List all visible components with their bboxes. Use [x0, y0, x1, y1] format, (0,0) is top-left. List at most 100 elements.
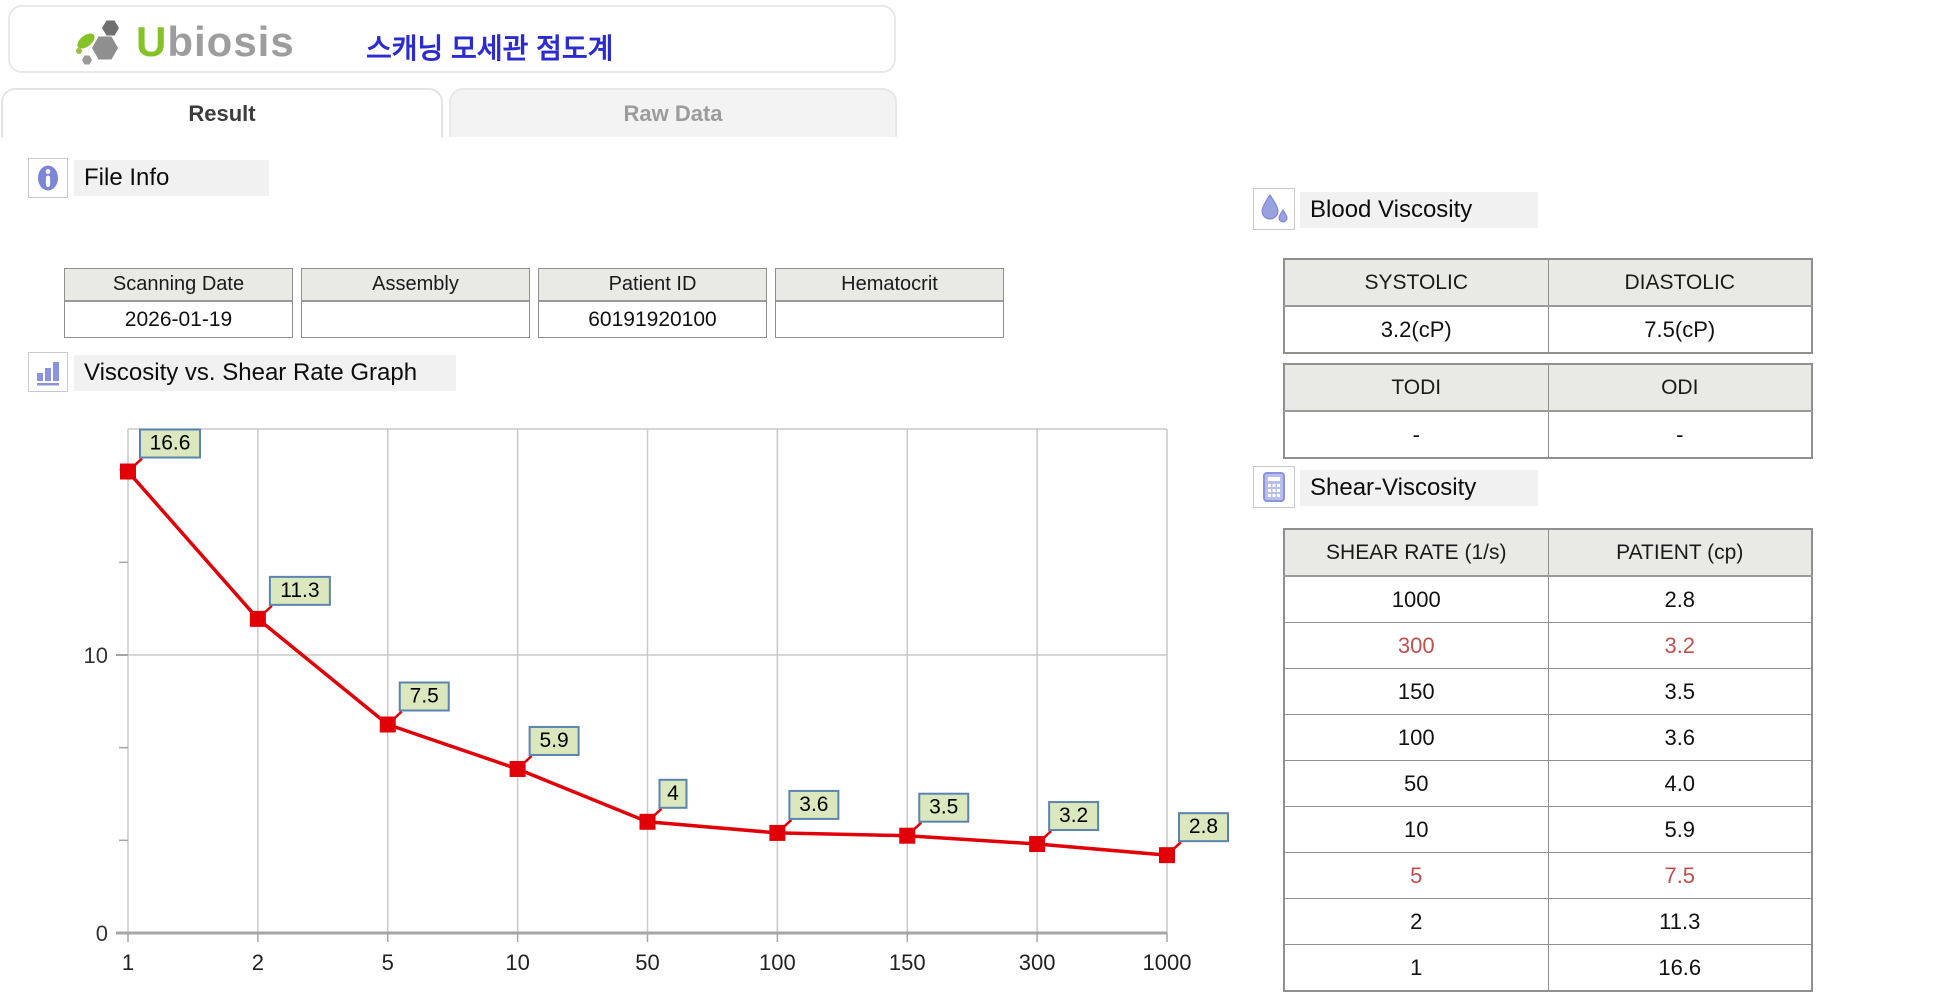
shear-rate-cell: 300 — [1283, 622, 1549, 669]
field-hematocrit-value — [776, 302, 1003, 337]
app-title-korean: 스캐닝 모세관 점도계 — [366, 33, 614, 64]
data-point-label: 4 — [667, 782, 679, 805]
x-tick-label: 5 — [382, 950, 394, 975]
diastolic-value: 7.5(cP) — [1547, 305, 1813, 354]
x-tick-label: 100 — [759, 950, 796, 975]
x-tick-label: 1 — [122, 950, 134, 975]
data-point-marker — [1159, 847, 1175, 864]
field-patient-id-label: Patient ID — [539, 269, 766, 302]
tab-raw-data[interactable]: Raw Data — [449, 88, 897, 137]
tab-result-label: Result — [188, 100, 256, 126]
data-point-marker — [639, 813, 656, 830]
shear-table-row: 1 16.6 — [1283, 944, 1813, 992]
patient-cell: 11.3 — [1547, 898, 1813, 945]
file-info-icon-box — [28, 158, 68, 198]
header-card: Ubiosis 스캐닝 모세관 점도계 — [8, 5, 896, 73]
info-icon — [38, 165, 58, 191]
field-hematocrit-label: Hematocrit — [776, 269, 1003, 302]
tab-raw-data-label: Raw Data — [623, 100, 723, 126]
data-point-label: 5.9 — [540, 729, 569, 752]
patient-cell: 7.5 — [1547, 852, 1813, 899]
patient-cell: 3.5 — [1547, 668, 1813, 715]
todi-value: - — [1283, 410, 1549, 459]
x-tick-label: 2 — [252, 950, 264, 975]
shear-table-row: 100 3.6 — [1283, 714, 1813, 761]
shear-rate-header: SHEAR RATE (1/s) — [1283, 528, 1549, 577]
data-point-marker — [379, 716, 396, 733]
app-root: Ubiosis 스캐닝 모세관 점도계 Result Raw Data File… — [0, 0, 1943, 995]
odi-value: - — [1547, 410, 1813, 459]
viscosity-chart: 0 10 1 2 5 10 50 100 150 300 1000 16.6 11.3 7.5 5.9 4 3.… — [84, 428, 1229, 975]
patient-cell: 4.0 — [1547, 760, 1813, 807]
shear-table-row: 5 7.5 — [1283, 852, 1813, 899]
field-patient-id: Patient ID 60191920100 — [538, 268, 767, 338]
patient-header: PATIENT (cp) — [1547, 528, 1813, 577]
patient-cell: 2.8 — [1547, 575, 1813, 623]
patient-cell: 3.6 — [1547, 714, 1813, 761]
field-assembly-value — [302, 302, 529, 337]
patient-cell: 5.9 — [1547, 806, 1813, 853]
shear-rate-cell: 150 — [1283, 668, 1549, 715]
shear-viscosity-icon-box — [1253, 466, 1295, 508]
field-patient-id-value: 60191920100 — [539, 302, 766, 337]
x-tick-label: 10 — [505, 950, 529, 975]
data-point-marker — [899, 827, 916, 844]
field-assembly-label: Assembly — [302, 269, 529, 302]
odi-header: ODI — [1547, 363, 1813, 412]
shear-rate-cell: 1 — [1283, 944, 1549, 992]
systolic-value: 3.2(cP) — [1283, 305, 1549, 354]
graph-icon-box — [28, 352, 68, 392]
shear-rate-cell: 50 — [1283, 760, 1549, 807]
x-tick-label: 50 — [635, 950, 659, 975]
shear-rate-cell: 1000 — [1283, 575, 1549, 623]
shear-table-row: 300 3.2 — [1283, 622, 1813, 669]
diastolic-header: DIASTOLIC — [1547, 258, 1813, 307]
ubiosis-logo: Ubiosis — [72, 15, 295, 69]
shear-rate-cell: 10 — [1283, 806, 1549, 853]
shear-rate-cell: 100 — [1283, 714, 1549, 761]
graph-title: Viscosity vs. Shear Rate Graph — [74, 355, 456, 391]
shear-rate-cell: 2 — [1283, 898, 1549, 945]
y-tick-label: 0 — [96, 921, 108, 946]
shear-table-row: 50 4.0 — [1283, 760, 1813, 807]
shear-table-row: 2 11.3 — [1283, 898, 1813, 945]
data-point-label: 2.8 — [1189, 815, 1218, 838]
data-point-label: 16.6 — [150, 432, 191, 455]
data-point-label: 11.3 — [280, 579, 319, 602]
shear-viscosity-table: SHEAR RATE (1/s) PATIENT (cp) 1000 2.8 300… — [1283, 528, 1813, 992]
calculator-icon — [1263, 472, 1285, 502]
todi-header: TODI — [1283, 363, 1549, 412]
systolic-header: SYSTOLIC — [1283, 258, 1549, 307]
index-table: TODI ODI - - — [1283, 363, 1813, 459]
x-tick-label: 1000 — [1143, 950, 1192, 975]
data-point-marker — [249, 610, 266, 627]
field-scanning-date-label: Scanning Date — [65, 269, 292, 302]
shear-table-row: 10 5.9 — [1283, 806, 1813, 853]
data-point-label: 3.5 — [929, 796, 958, 819]
data-point-marker — [1029, 836, 1046, 853]
data-point-marker — [769, 824, 786, 841]
y-tick-label: 10 — [84, 643, 108, 668]
x-tick-label: 150 — [889, 950, 926, 975]
shear-rate-cell: 5 — [1283, 852, 1549, 899]
data-point-label: 3.2 — [1059, 804, 1088, 827]
shear-table-row: 150 3.5 — [1283, 668, 1813, 715]
field-assembly: Assembly — [301, 268, 530, 338]
shear-table-row: 1000 2.8 — [1283, 575, 1813, 623]
patient-cell: 3.2 — [1547, 622, 1813, 669]
data-point-marker — [120, 463, 136, 480]
field-scanning-date: Scanning Date 2026-01-19 — [64, 268, 293, 338]
patient-cell: 16.6 — [1547, 944, 1813, 992]
file-info-title: File Info — [74, 160, 269, 196]
bar-chart-icon — [37, 362, 59, 386]
ubiosis-logo-icon — [76, 20, 119, 65]
logo-wordmark: Ubiosis — [136, 18, 295, 65]
blood-viscosity-icon-box — [1253, 188, 1295, 230]
field-scanning-date-value: 2026-01-19 — [65, 302, 292, 337]
field-hematocrit: Hematocrit — [775, 268, 1004, 338]
data-point-marker — [509, 760, 526, 777]
tab-result[interactable]: Result — [1, 88, 443, 137]
pressure-table: SYSTOLIC DIASTOLIC 3.2(cP) 7.5(cP) — [1283, 258, 1813, 354]
shear-viscosity-title: Shear-Viscosity — [1300, 470, 1538, 506]
data-point-label: 3.6 — [799, 793, 828, 816]
